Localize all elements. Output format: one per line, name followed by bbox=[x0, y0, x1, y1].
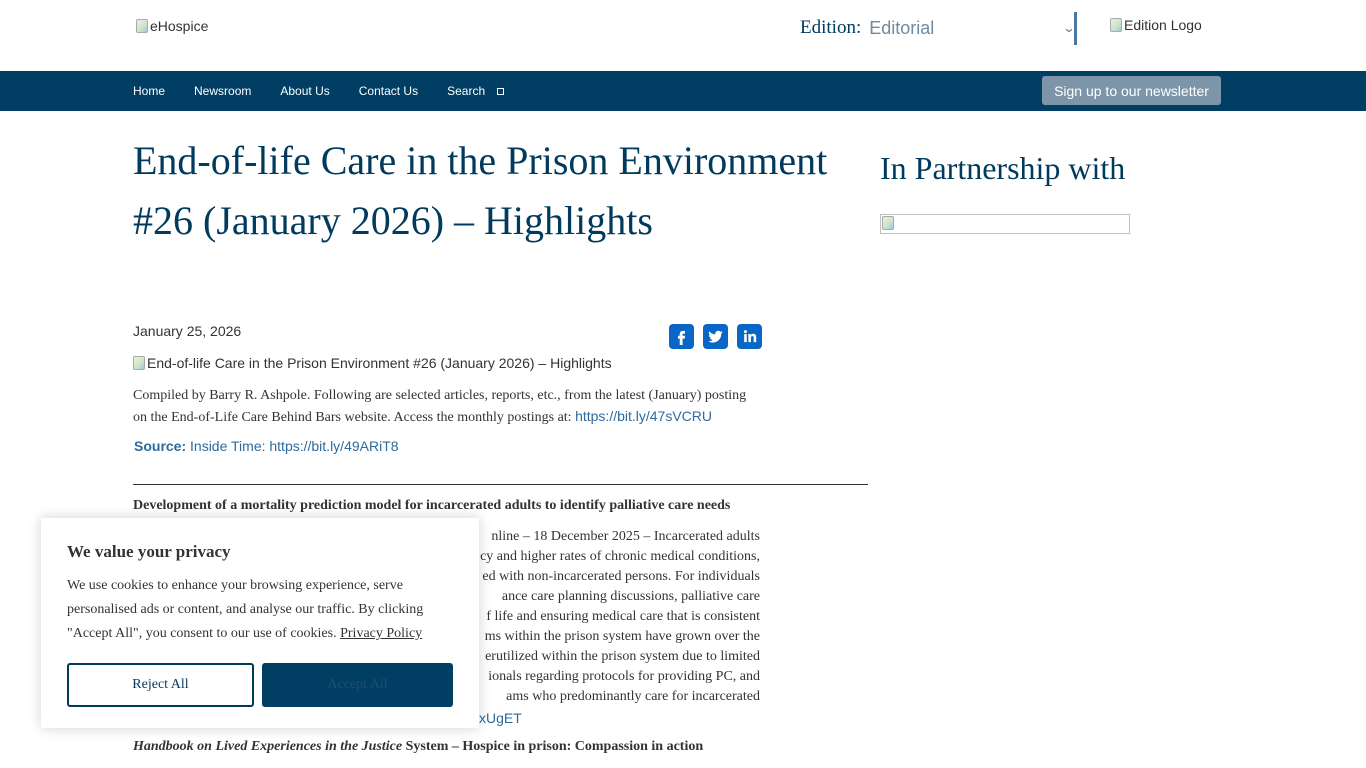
edition-selector: Edition: Editorial ⌄ bbox=[800, 16, 1076, 40]
facebook-icon bbox=[677, 330, 686, 345]
cookie-title: We value your privacy bbox=[67, 542, 231, 561]
linkedin-share-button[interactable] bbox=[737, 324, 762, 349]
share-buttons bbox=[669, 324, 762, 349]
next-section-heading: Handbook on Lived Experiences in the Jus… bbox=[133, 739, 703, 755]
nav-search-label: Search bbox=[447, 84, 486, 98]
section-heading: Development of a mortality prediction mo… bbox=[133, 498, 731, 513]
page-title: End-of-life Care in the Prison Environme… bbox=[133, 138, 828, 243]
article-date: January 25, 2026 bbox=[133, 323, 242, 339]
broken-image-icon bbox=[882, 216, 894, 230]
broken-image-icon bbox=[136, 19, 148, 33]
linkedin-icon bbox=[743, 330, 757, 343]
broken-image-icon bbox=[1110, 18, 1122, 32]
site-logo[interactable]: eHospice bbox=[136, 18, 208, 34]
partner-image[interactable] bbox=[880, 214, 1130, 234]
intro-line-1: Compiled by Barry R. Ashpole. Following … bbox=[133, 388, 747, 403]
privacy-policy-link[interactable]: Privacy Policy bbox=[340, 626, 422, 641]
broken-image-icon bbox=[133, 356, 145, 370]
logo-alt-text: eHospice bbox=[150, 18, 209, 34]
source-line: Source: Inside Time: https://bit.ly/49AR… bbox=[134, 438, 399, 454]
sidebar-title: In Partnership with bbox=[880, 150, 1126, 186]
site-header: eHospice Edition: Editorial ⌄ Edition Lo… bbox=[0, 0, 1366, 71]
accept-all-button[interactable]: Accept All bbox=[262, 663, 453, 707]
newsletter-signup-button[interactable]: Sign up to our newsletter bbox=[1042, 76, 1221, 105]
section-link[interactable]: xUgET bbox=[479, 710, 522, 726]
header-divider bbox=[1074, 12, 1077, 45]
cookie-consent-banner: We value your privacy We use cookies to … bbox=[41, 518, 479, 728]
twitter-share-button[interactable] bbox=[703, 324, 728, 349]
next-heading-italic: Handbook on Lived Experiences in the Jus… bbox=[133, 739, 403, 754]
edition-selected-value: Editorial bbox=[869, 17, 935, 38]
nav-item-search[interactable]: Search bbox=[447, 84, 505, 98]
source-link[interactable]: Inside Time: https://bit.ly/49ARiT8 bbox=[186, 438, 399, 454]
next-heading-rest: System – Hospice in prison: Compassion i… bbox=[402, 739, 704, 754]
search-icon bbox=[497, 87, 505, 95]
main-nav: Home Newsroom About Us Contact Us Search… bbox=[0, 71, 1366, 111]
section-divider bbox=[133, 484, 868, 485]
nav-item-home[interactable]: Home bbox=[133, 84, 165, 98]
cookie-text: We use cookies to enhance your browsing … bbox=[67, 574, 457, 646]
twitter-icon bbox=[708, 330, 723, 343]
nav-item-newsroom[interactable]: Newsroom bbox=[194, 84, 251, 98]
nav-item-about-us[interactable]: About Us bbox=[280, 84, 329, 98]
source-label: Source: bbox=[134, 438, 187, 454]
nav-item-contact-us[interactable]: Contact Us bbox=[359, 84, 418, 98]
monthly-postings-link[interactable]: https://bit.ly/47sVCRU bbox=[575, 408, 712, 424]
intro-line-2-text: on the End-of-Life Care Behind Bars webs… bbox=[133, 410, 576, 425]
intro-line-2: on the End-of-Life Care Behind Bars webs… bbox=[133, 406, 763, 428]
article-intro: Compiled by Barry R. Ashpole. Following … bbox=[133, 385, 763, 428]
edition-dropdown[interactable]: Editorial ⌄ bbox=[869, 16, 1076, 40]
article-image-alt-text: End-of-life Care in the Prison Environme… bbox=[147, 355, 612, 371]
nav-menu: Home Newsroom About Us Contact Us Search bbox=[133, 71, 533, 111]
edition-logo: Edition Logo bbox=[1110, 17, 1202, 33]
facebook-share-button[interactable] bbox=[669, 324, 694, 349]
reject-all-button[interactable]: Reject All bbox=[67, 663, 254, 707]
edition-label: Edition: bbox=[800, 17, 862, 38]
article-image: End-of-life Care in the Prison Environme… bbox=[133, 355, 612, 371]
edition-logo-alt-text: Edition Logo bbox=[1124, 17, 1202, 33]
